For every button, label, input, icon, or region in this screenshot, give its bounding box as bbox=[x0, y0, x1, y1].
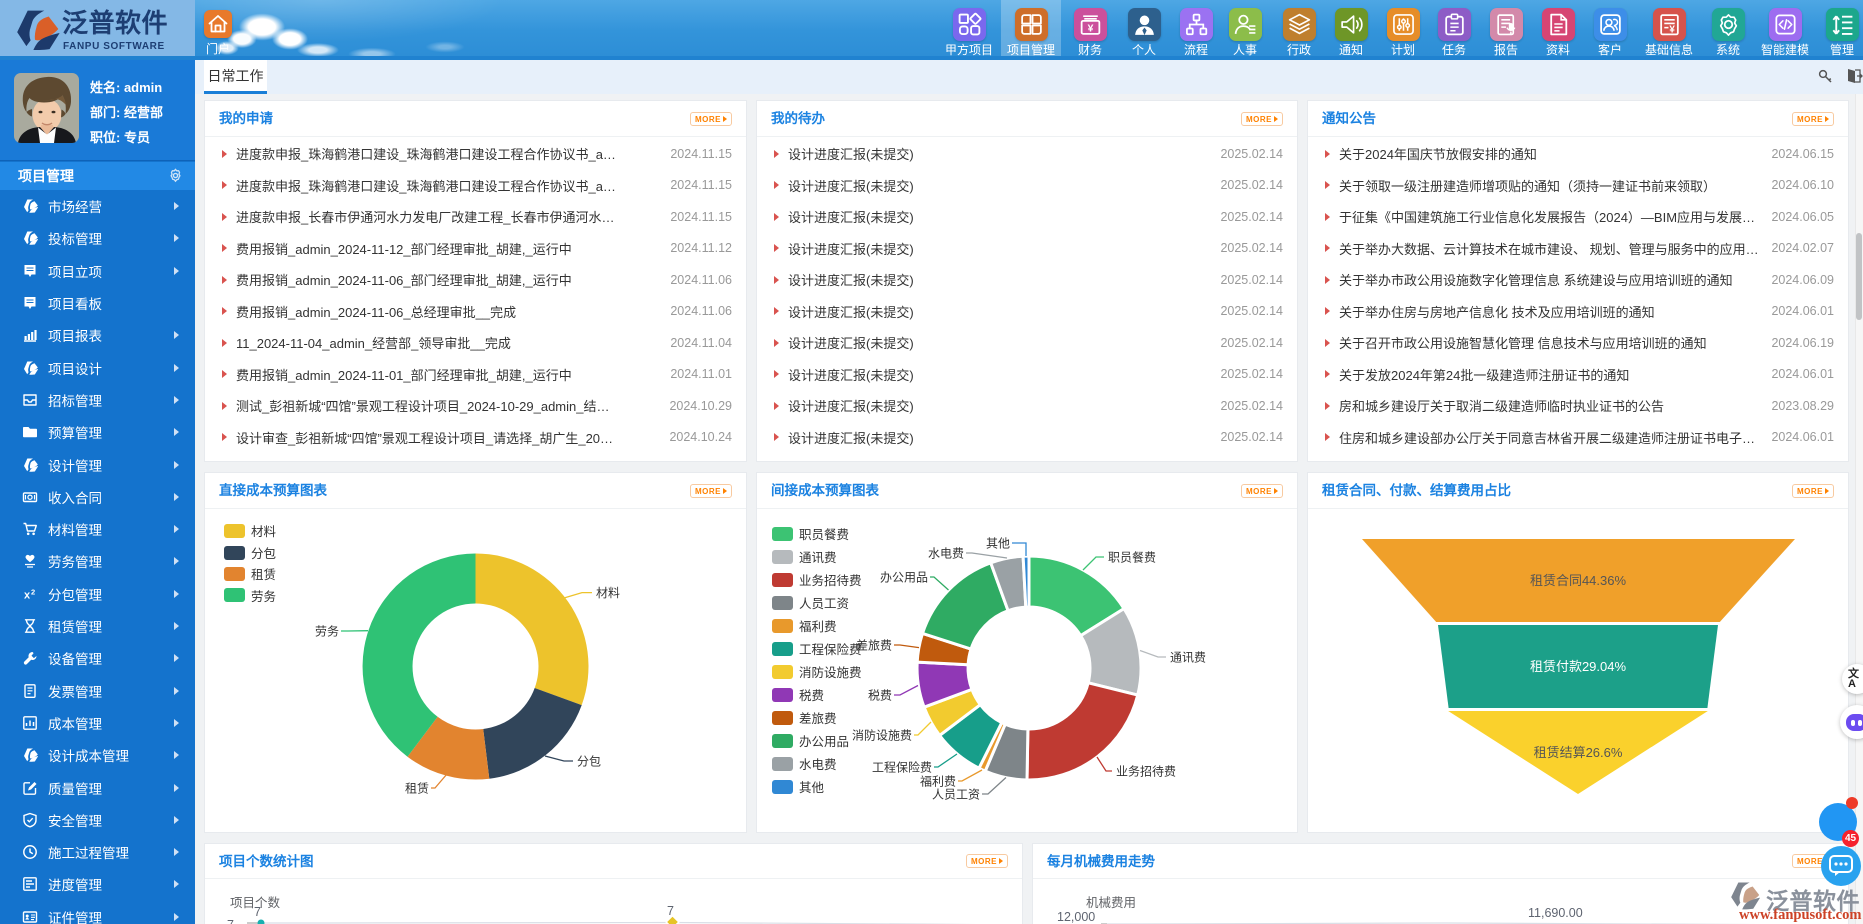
svg-text:分包: 分包 bbox=[577, 755, 601, 769]
svg-text:租赁合同44.36%: 租赁合同44.36% bbox=[1530, 573, 1627, 588]
svg-text:职员餐费: 职员餐费 bbox=[1108, 550, 1156, 565]
svg-text:¥: ¥ bbox=[1087, 23, 1093, 34]
svg-text:消防设施费: 消防设施费 bbox=[852, 728, 912, 743]
svg-text:材料: 材料 bbox=[596, 586, 620, 600]
svg-text:租赁结算26.6%: 租赁结算26.6% bbox=[1534, 745, 1623, 760]
svg-text:劳务: 劳务 bbox=[315, 624, 339, 639]
svg-text:工程保险费: 工程保险费 bbox=[872, 760, 932, 775]
svg-text:租赁: 租赁 bbox=[405, 782, 429, 796]
svg-text:人员工资: 人员工资 bbox=[932, 788, 980, 802]
svg-text:¥: ¥ bbox=[1669, 24, 1675, 35]
svg-text:福利费: 福利费 bbox=[920, 774, 956, 789]
svg-text:其他: 其他 bbox=[986, 537, 1010, 551]
svg-text:税费: 税费 bbox=[868, 689, 892, 703]
svg-text:2: 2 bbox=[31, 587, 35, 596]
svg-text:x: x bbox=[24, 589, 31, 601]
svg-text:水电费: 水电费 bbox=[928, 547, 964, 561]
svg-text:业务招待费: 业务招待费 bbox=[1116, 764, 1176, 779]
svg-text:租赁付款29.04%: 租赁付款29.04% bbox=[1530, 659, 1627, 674]
svg-text:办公用品: 办公用品 bbox=[880, 570, 928, 585]
svg-text:通讯费: 通讯费 bbox=[1170, 651, 1206, 665]
